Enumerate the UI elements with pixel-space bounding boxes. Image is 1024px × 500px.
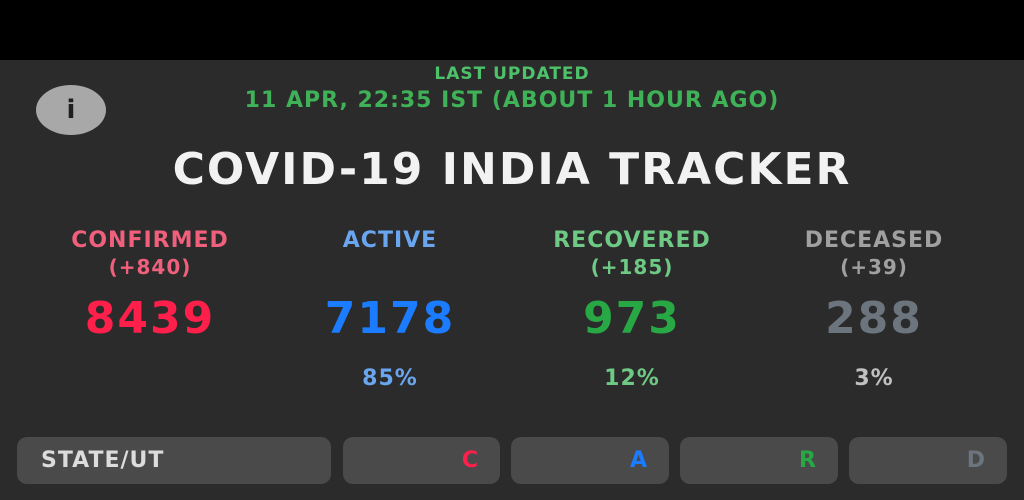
stat-recovered: RECOVERED (+185) 973 12% [512,228,752,394]
deceased-pct: 3% [854,366,894,391]
last-updated-label: LAST UPDATED [434,64,590,84]
sort-deceased-button[interactable]: D [849,437,1007,484]
confirmed-value: 8439 [84,293,216,344]
active-delta [270,255,510,281]
deceased-value: 288 [825,293,923,344]
recovered-pct: 12% [604,366,660,391]
confirmed-label: CONFIRMED [71,228,229,253]
recovered-value: 973 [583,293,681,344]
recovered-label: RECOVERED [553,228,711,253]
deceased-delta: (+39) [840,255,908,279]
confirmed-delta: (+840) [108,255,192,279]
sort-state-button[interactable]: STATE/UT [17,437,331,484]
confirmed-pct [30,366,270,394]
recovered-delta: (+185) [590,255,674,279]
sort-recovered-button[interactable]: R [680,437,838,484]
deceased-label: DECEASED [804,228,944,253]
active-label: ACTIVE [342,228,438,253]
stat-confirmed: CONFIRMED (+840) 8439 [30,228,270,394]
sort-confirmed-button[interactable]: C [343,437,500,484]
tracker-panel: i LAST UPDATED 11 APR, 22:35 IST (ABOUT … [0,60,1024,500]
page-title: COVID-19 INDIA TRACKER [172,144,852,195]
active-value: 7178 [324,293,456,344]
sort-active-button[interactable]: A [511,437,669,484]
stat-active: ACTIVE 7178 85% [270,228,510,394]
stat-deceased: DECEASED (+39) 288 3% [754,228,994,394]
active-pct: 85% [362,366,418,391]
last-updated-time: 11 APR, 22:35 IST (ABOUT 1 HOUR AGO) [244,88,780,113]
